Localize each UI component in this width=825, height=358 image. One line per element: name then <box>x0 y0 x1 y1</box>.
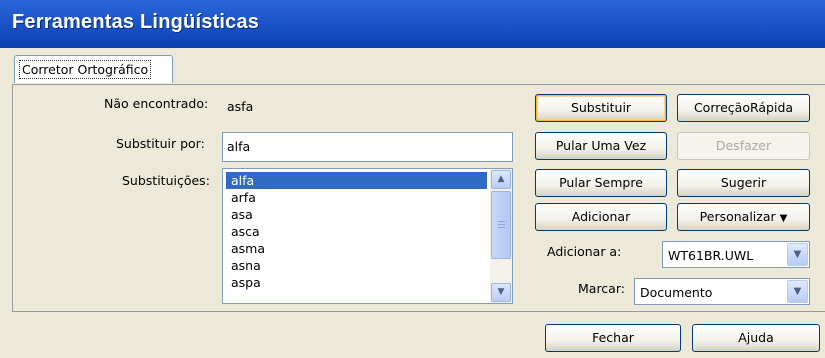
suggestions-list[interactable]: alfa arfa asa asca asma asna aspa ▲ ▼ <box>222 168 513 304</box>
skip-once-button[interactable]: Pular Uma Vez <box>535 132 667 160</box>
customize-label: Personalizar <box>699 209 776 224</box>
list-item[interactable]: asca <box>226 223 487 240</box>
skip-always-button[interactable]: Pular Sempre <box>535 169 667 197</box>
mark-value: Documento <box>640 285 713 300</box>
vertical-scrollbar[interactable]: ▲ ▼ <box>490 169 512 303</box>
window-title: Ferramentas Lingüísticas <box>12 11 260 33</box>
close-button[interactable]: Fechar <box>545 324 681 352</box>
replace-with-label: Substituir por: <box>116 136 205 151</box>
suggestions-rows: alfa arfa asa asca asma asna aspa <box>223 172 487 291</box>
not-found-value: asfa <box>222 92 513 122</box>
replace-with-input[interactable]: alfa <box>222 132 513 162</box>
add-to-label: Adicionar a: <box>547 244 622 259</box>
suggest-button[interactable]: Sugerir <box>677 169 810 197</box>
quick-correct-button[interactable]: CorreçãoRápida <box>677 94 810 122</box>
help-button[interactable]: Ajuda <box>692 324 820 352</box>
chevron-down-icon[interactable]: ▼ <box>787 243 808 266</box>
not-found-label: Não encontrado: <box>104 96 209 111</box>
suggestions-label: Substituições: <box>122 173 210 188</box>
chevron-up-icon[interactable]: ▲ <box>491 170 511 189</box>
mark-label: Marcar: <box>578 281 625 296</box>
replace-button[interactable]: Substituir <box>535 94 667 122</box>
list-item[interactable]: aspa <box>226 274 487 291</box>
chevron-down-icon[interactable]: ▼ <box>787 280 808 303</box>
title-bar[interactable]: Ferramentas Lingüísticas <box>0 0 825 48</box>
tab-label: Corretor Ortográfico <box>19 60 152 79</box>
customize-button[interactable]: Personalizar ▼ <box>677 203 810 231</box>
add-to-dropdown[interactable]: WT61BR.UWL ▼ <box>662 241 810 268</box>
list-item[interactable]: arfa <box>226 189 487 206</box>
undo-button[interactable]: Desfazer <box>677 132 810 160</box>
list-item[interactable]: alfa <box>226 172 487 189</box>
add-to-value: WT61BR.UWL <box>668 248 754 263</box>
tab-spell-checker[interactable]: Corretor Ortográfico <box>14 55 173 83</box>
list-item[interactable]: asma <box>226 240 487 257</box>
list-item[interactable]: asa <box>226 206 487 223</box>
add-button[interactable]: Adicionar <box>535 203 667 231</box>
mark-dropdown[interactable]: Documento ▼ <box>634 278 810 305</box>
list-item[interactable]: asna <box>226 257 487 274</box>
chevron-down-icon[interactable]: ▼ <box>491 283 511 302</box>
scroll-thumb[interactable] <box>491 191 511 259</box>
triangle-down-icon: ▼ <box>779 213 788 224</box>
